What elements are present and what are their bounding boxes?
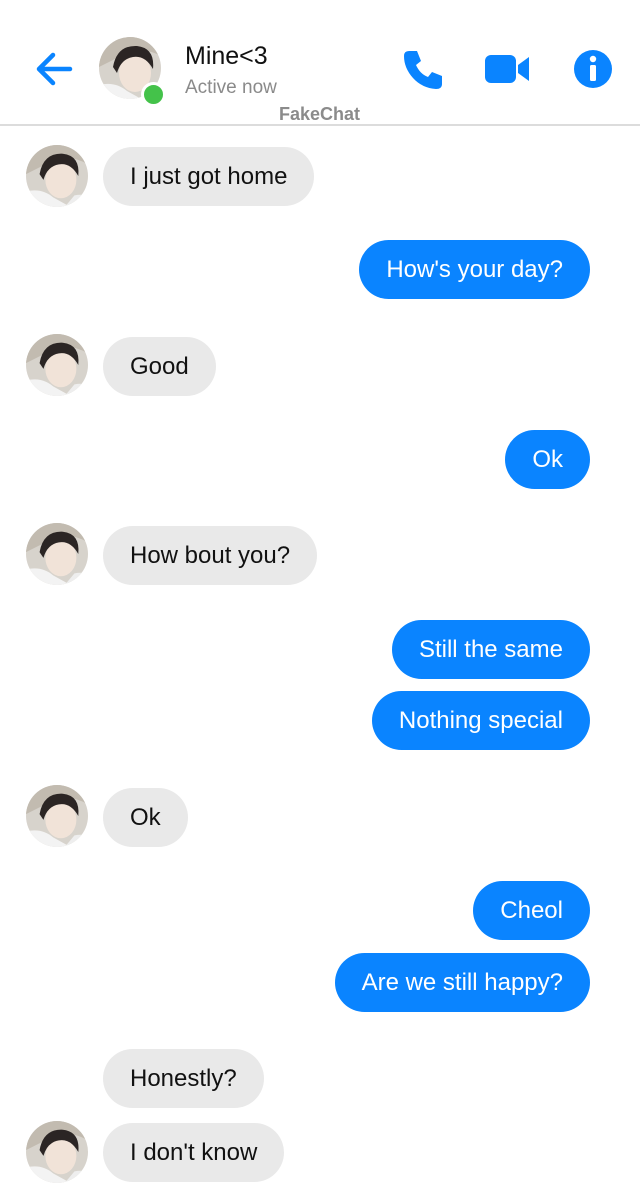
video-camera-icon — [485, 55, 529, 83]
sender-avatar[interactable] — [26, 1121, 88, 1183]
received-message[interactable]: I don't know — [103, 1123, 285, 1182]
contact-name[interactable]: Mine<3 — [185, 42, 268, 71]
sent-message[interactable]: Cheol — [473, 881, 590, 940]
active-status: Active now — [185, 77, 277, 98]
received-message[interactable]: Good — [103, 337, 216, 396]
call-button[interactable] — [400, 46, 446, 92]
sent-message[interactable]: Nothing special — [371, 691, 590, 750]
sent-message[interactable]: Ok — [505, 430, 590, 489]
sent-message[interactable]: Still the same — [391, 620, 590, 679]
sent-message[interactable]: How's your day? — [359, 240, 590, 299]
received-message[interactable]: I just got home — [103, 147, 315, 206]
sender-avatar[interactable] — [26, 145, 88, 207]
sender-avatar[interactable] — [26, 785, 88, 847]
chat-screen: Mine<3 Active now FakeChat I just got ho… — [0, 0, 640, 1200]
info-icon — [574, 50, 612, 88]
arrow-left-icon — [36, 52, 73, 86]
watermark: FakeChat — [279, 104, 361, 124]
sent-message[interactable]: Are we still happy? — [334, 953, 590, 1012]
received-message[interactable]: How bout you? — [103, 526, 318, 585]
back-button[interactable] — [30, 46, 80, 92]
info-button[interactable] — [570, 46, 616, 92]
online-status-dot — [141, 82, 166, 107]
video-call-button[interactable] — [483, 46, 533, 92]
chat-header: Mine<3 Active now FakeChat — [0, 0, 640, 126]
sender-avatar[interactable] — [26, 523, 88, 585]
sender-avatar[interactable] — [26, 334, 88, 396]
received-message[interactable]: Honestly? — [103, 1049, 264, 1108]
received-message[interactable]: Ok — [103, 788, 188, 847]
phone-icon — [404, 51, 442, 89]
